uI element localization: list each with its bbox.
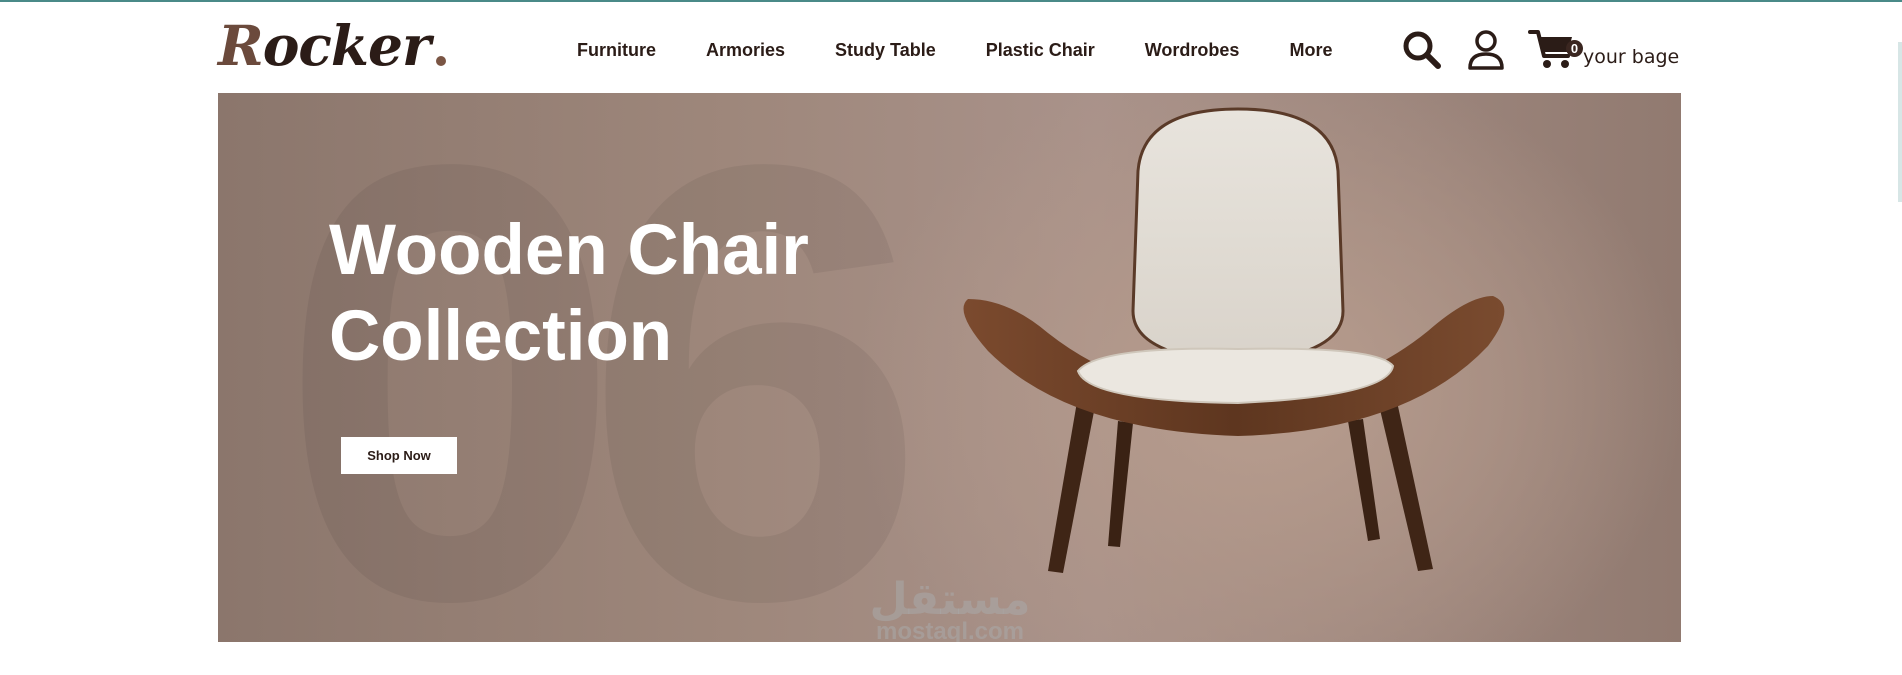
- main-nav: Furniture Armories Study Table Plastic C…: [577, 39, 1332, 61]
- search-icon: [1403, 31, 1441, 69]
- hero-banner: 06 Wooden Chair Collection Shop Now مستق…: [218, 93, 1681, 642]
- brand-wordmark: Rocker: [218, 13, 431, 78]
- cart-count-badge: 0: [1566, 40, 1583, 57]
- shop-now-button[interactable]: Shop Now: [341, 437, 457, 474]
- watermark-latin: mostaql.com: [875, 618, 1025, 643]
- chair-image: [963, 107, 1505, 573]
- brand-logo[interactable]: Rocker: [218, 16, 446, 76]
- site-header: Rocker Furniture Armories Study Table Pl…: [0, 2, 1902, 93]
- nav-item-plastic-chair[interactable]: Plastic Chair: [986, 39, 1095, 61]
- account-button[interactable]: [1466, 28, 1506, 72]
- brand-dot: [435, 56, 446, 66]
- nav-item-study-table[interactable]: Study Table: [835, 39, 936, 61]
- nav-item-armories[interactable]: Armories: [706, 39, 785, 61]
- watermark-arabic: مستقل: [869, 574, 1031, 625]
- nav-item-more[interactable]: More: [1289, 39, 1332, 61]
- watermark: مستقل mostaql.com: [860, 574, 1040, 643]
- scrollbar[interactable]: [1898, 42, 1902, 202]
- search-button[interactable]: [1400, 28, 1444, 72]
- nav-item-furniture[interactable]: Furniture: [577, 39, 656, 61]
- cart-label[interactable]: your bage: [1583, 46, 1679, 68]
- user-icon: [1468, 30, 1504, 70]
- hero-title-line2: Collection: [329, 297, 673, 376]
- hero-title: Wooden Chair Collection: [329, 208, 889, 380]
- hero-title-line1: Wooden Chair: [329, 211, 809, 290]
- nav-item-wordrobes[interactable]: Wordrobes: [1145, 39, 1240, 61]
